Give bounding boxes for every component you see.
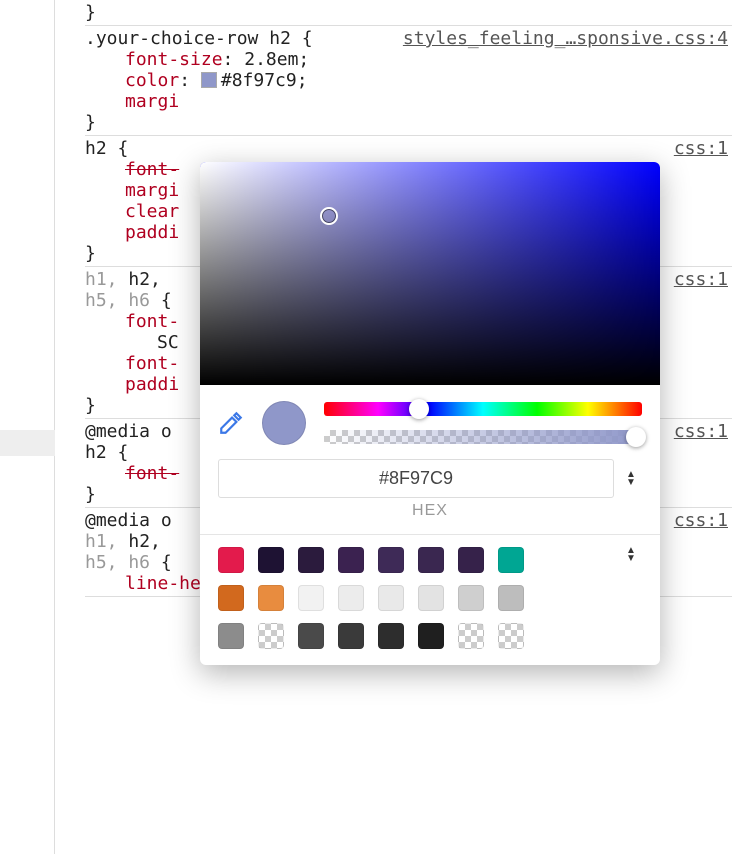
palette-swatch[interactable] [378,547,404,573]
palette-swatch[interactable] [418,623,444,649]
property-name[interactable]: paddi [125,222,179,243]
property-name[interactable]: font- [125,311,179,332]
palette-row [218,547,642,573]
property-value[interactable]: 2.8em; [244,49,309,70]
chevron-down-icon: ▼ [626,479,642,487]
source-link[interactable]: css:1 [674,269,728,290]
gutter [0,0,55,854]
palette-swatch[interactable] [338,585,364,611]
property-name[interactable]: font-size [125,49,223,70]
close-brace: } [85,112,732,133]
chevron-down-icon: ▼ [626,555,642,563]
palette-swatch[interactable] [298,547,324,573]
palette-swatch[interactable] [378,623,404,649]
palette-swatch[interactable] [258,547,284,573]
declaration[interactable]: font-size: 2.8em; [85,49,732,70]
property-value[interactable]: #8f97c9; [221,70,308,91]
source-link[interactable]: styles_feeling_…sponsive.css:4 [403,28,728,49]
palette-swatch[interactable] [458,547,484,573]
property-name[interactable]: font- [125,353,179,374]
source-link[interactable]: css:1 [674,138,728,159]
palette-spinner[interactable]: ▲ ▼ [626,547,642,563]
palette-row [218,623,642,649]
property-name[interactable]: clear [125,201,179,222]
hex-row: ▲ ▼ [200,453,660,498]
format-spinner[interactable]: ▲ ▼ [626,471,642,487]
source-link[interactable]: css:1 [674,510,728,531]
palette-swatch[interactable] [498,585,524,611]
source-link[interactable]: css:1 [674,421,728,442]
palette-swatch[interactable] [258,623,284,649]
palette-row [218,585,642,611]
property-name[interactable]: margi [125,180,179,201]
selector[interactable]: h2 { [85,138,732,159]
style-rule[interactable]: } [85,0,732,26]
palette-swatch[interactable] [458,585,484,611]
palette-swatch[interactable] [298,623,324,649]
alpha-thumb[interactable] [626,427,646,447]
palette: ▲ ▼ [200,535,660,665]
palette-swatch[interactable] [498,547,524,573]
property-name[interactable]: paddi [125,374,179,395]
hue-thumb[interactable] [409,399,429,419]
style-rule[interactable]: styles_feeling_…sponsive.css:4.your-choi… [85,26,732,136]
declaration[interactable]: color: #8f97c9; [85,70,732,91]
selector[interactable]: } [85,2,732,23]
alpha-slider[interactable] [324,430,642,444]
palette-swatch[interactable] [218,623,244,649]
palette-swatch[interactable] [338,623,364,649]
property-name[interactable]: margi [125,91,179,112]
property-name[interactable]: font- [125,159,179,180]
palette-swatch[interactable] [378,585,404,611]
palette-swatch[interactable] [218,547,244,573]
palette-swatch[interactable] [298,585,324,611]
palette-swatch[interactable] [498,623,524,649]
eyedropper-icon[interactable] [218,410,244,436]
saturation-value-area[interactable] [200,162,660,385]
hex-input[interactable] [218,459,614,498]
color-swatch[interactable] [201,72,217,88]
declaration[interactable]: margi [85,91,732,112]
sliders [324,402,642,444]
hue-slider[interactable] [324,402,642,416]
picker-mid-row [200,385,660,453]
palette-swatch[interactable] [258,585,284,611]
palette-swatch[interactable] [418,547,444,573]
palette-swatch[interactable] [338,547,364,573]
declaration-text: SC [157,332,179,353]
property-name[interactable]: font- [125,463,179,484]
palette-swatch[interactable] [418,585,444,611]
current-color-swatch [262,401,306,445]
color-picker-panel: ▲ ▼ HEX ▲ ▼ [200,162,660,665]
gutter-marker [0,430,55,456]
palette-swatch[interactable] [458,623,484,649]
sv-cursor[interactable] [320,207,338,225]
palette-swatch[interactable] [218,585,244,611]
format-label: HEX [200,498,660,534]
property-name[interactable]: color [125,70,179,91]
